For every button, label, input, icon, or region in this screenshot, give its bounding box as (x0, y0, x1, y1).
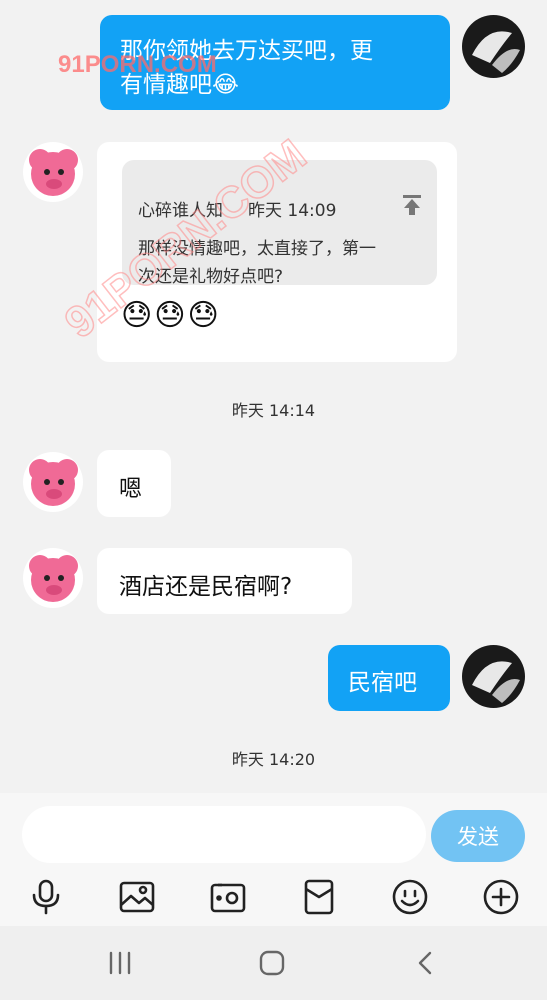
contact-avatar[interactable] (23, 452, 83, 512)
message-text: 嗯 (119, 476, 142, 502)
contact-avatar[interactable] (23, 548, 83, 608)
contact-avatar[interactable] (23, 142, 83, 202)
home-icon[interactable] (252, 946, 292, 980)
message-input[interactable] (22, 806, 426, 863)
jump-to-original-icon[interactable] (401, 193, 423, 221)
quote-time: 昨天 14:09 (248, 201, 337, 221)
self-avatar[interactable] (462, 15, 525, 78)
message-text: 民宿吧 (348, 670, 417, 696)
message-text-line: 那你领她去万达买吧，更 (120, 38, 373, 64)
mic-icon[interactable] (26, 877, 66, 917)
outgoing-message-bubble[interactable]: 民宿吧 (328, 645, 450, 711)
message-text-line: 有情趣吧😂 (120, 72, 239, 98)
system-nav-bar (0, 926, 547, 1000)
plus-icon[interactable] (481, 877, 521, 917)
camera-icon[interactable] (208, 877, 248, 917)
send-button-label: 发送 (457, 825, 499, 849)
timestamp: 昨天 14:14 (231, 401, 316, 420)
emoji-icon[interactable] (390, 877, 430, 917)
composer-bar: 发送 (0, 793, 547, 926)
quote-author: 心碎谁人知 (138, 201, 223, 221)
back-icon[interactable] (405, 946, 445, 980)
incoming-message-bubble[interactable]: 嗯 (97, 450, 171, 517)
send-button[interactable]: 发送 (431, 810, 525, 862)
timestamp: 昨天 14:20 (231, 750, 316, 769)
quote-text-line: 那样没情趣吧，太直接了，第一 (138, 239, 376, 259)
red-packet-icon[interactable] (299, 877, 339, 917)
recents-icon[interactable] (100, 946, 140, 980)
quoted-message[interactable]: 心碎谁人知 昨天 14:09 那样没情趣吧，太直接了，第一 次还是礼物好点吧? (122, 160, 437, 287)
incoming-message-bubble[interactable]: 心碎谁人知 昨天 14:09 那样没情趣吧，太直接了，第一 次还是礼物好点吧? … (97, 142, 457, 362)
message-text: 酒店还是民宿啊? (119, 574, 293, 600)
image-icon[interactable] (117, 877, 157, 917)
emoji-row: 😓😓😓 (121, 298, 221, 333)
outgoing-message-bubble[interactable]: 那你领她去万达买吧，更 有情趣吧😂 (100, 15, 450, 110)
incoming-message-bubble[interactable]: 酒店还是民宿啊? (97, 548, 352, 614)
quote-text-line: 次还是礼物好点吧? (138, 267, 284, 287)
self-avatar[interactable] (462, 645, 525, 708)
